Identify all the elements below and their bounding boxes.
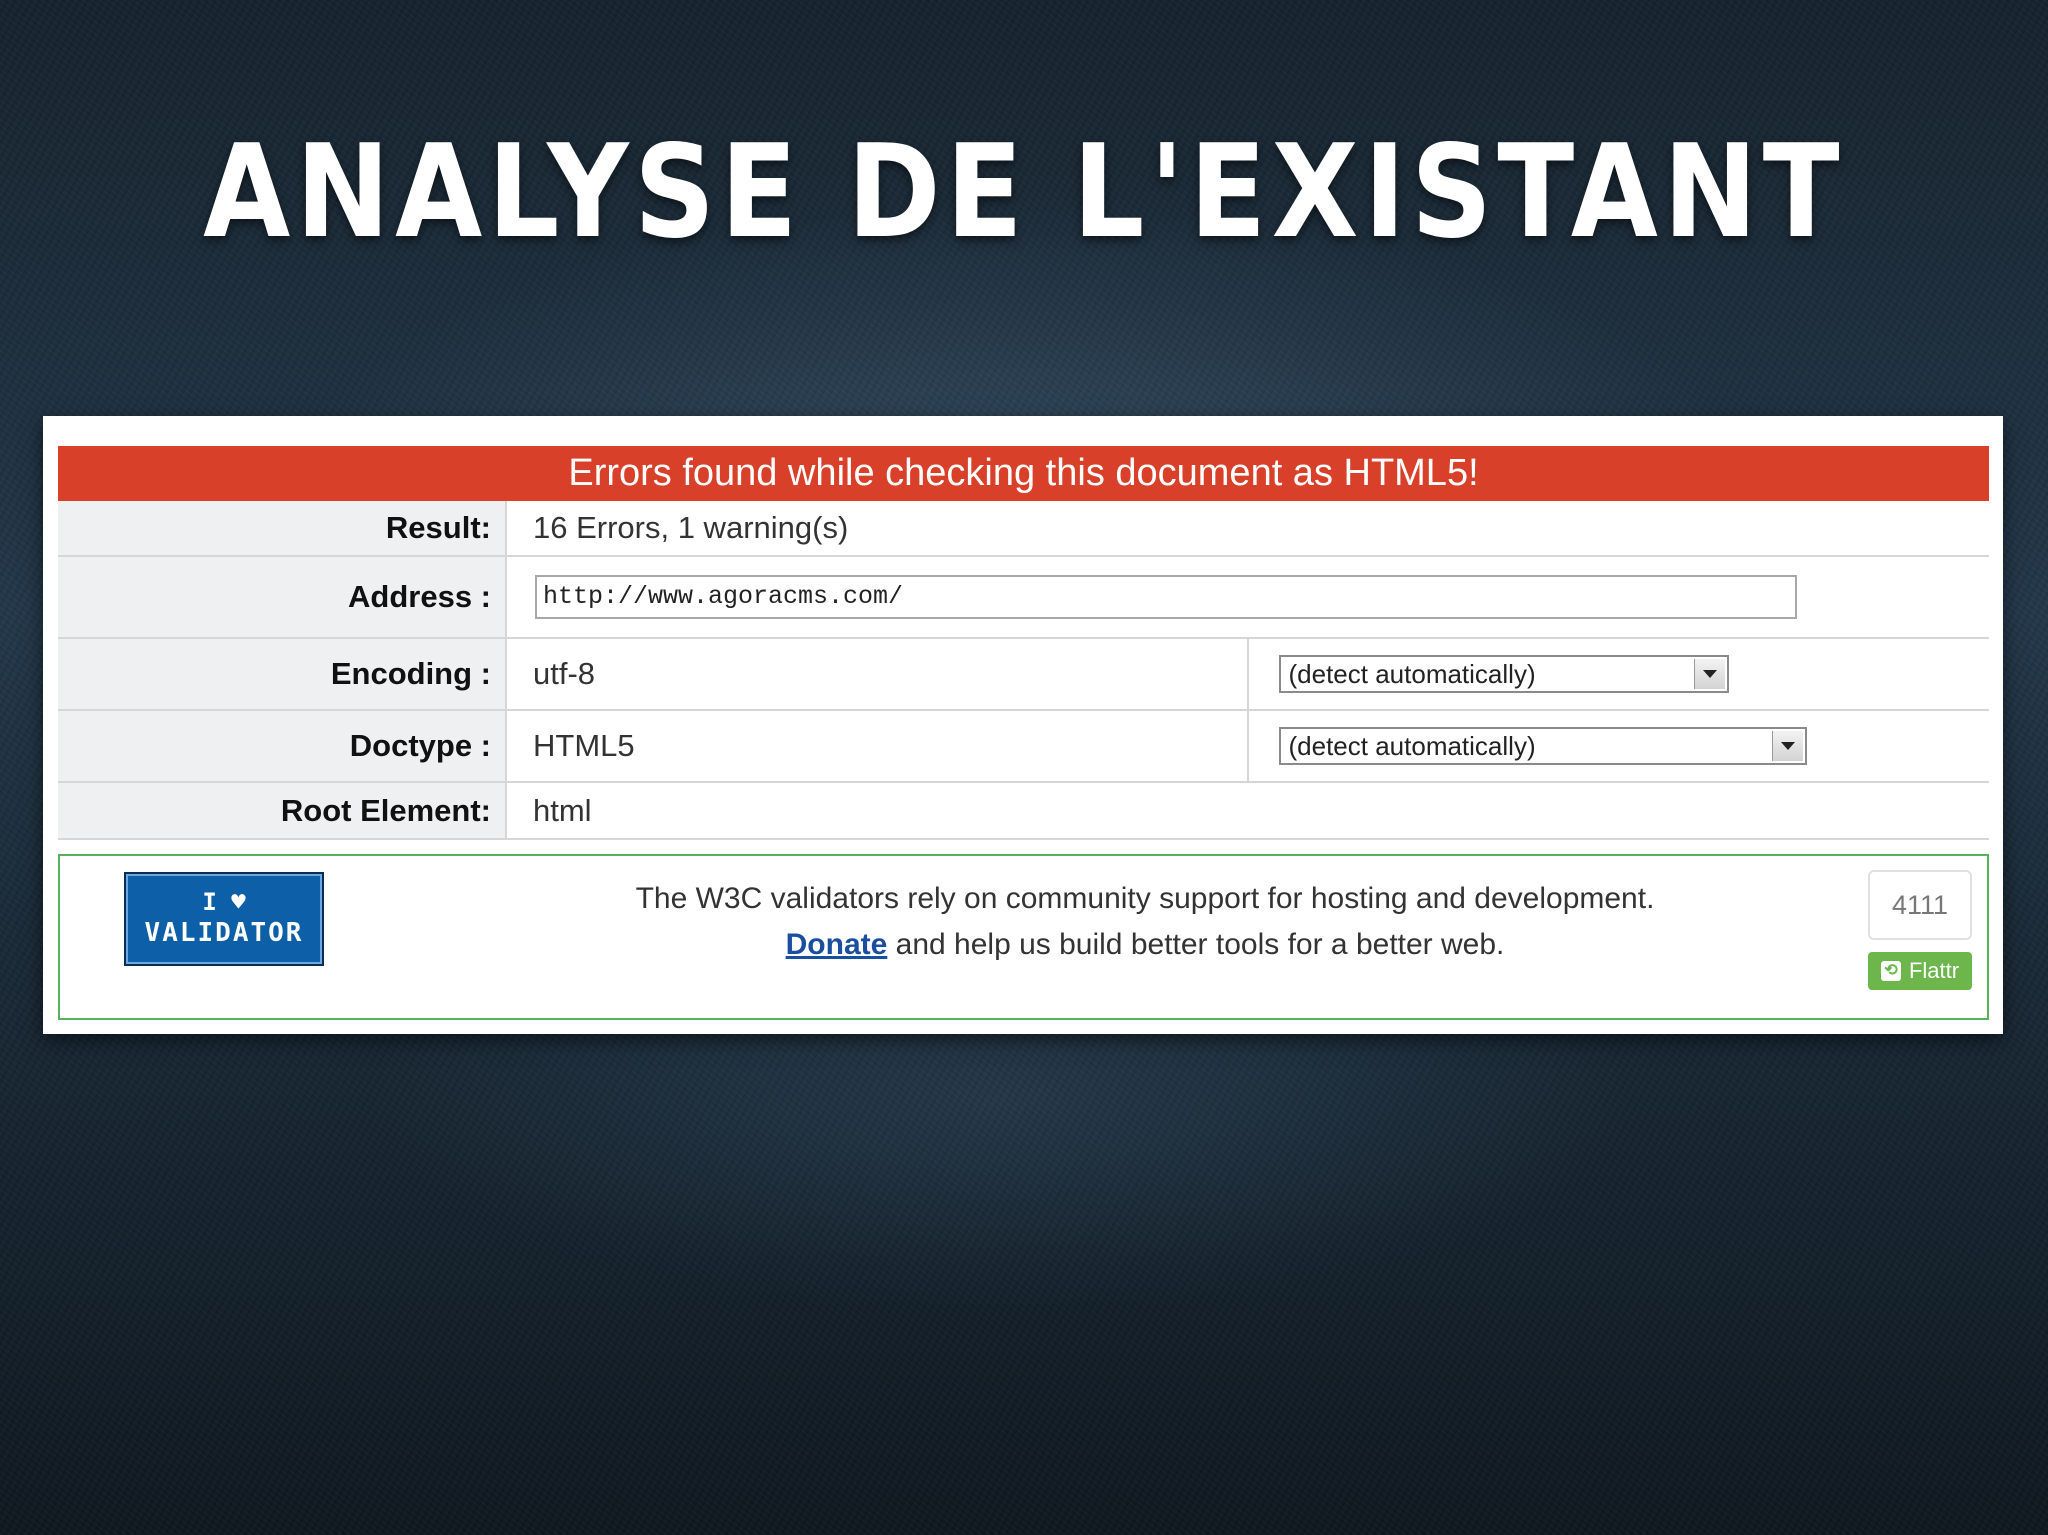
chevron-down-icon[interactable] <box>1771 731 1803 761</box>
donation-line-2: Donate and help us build better tools fo… <box>540 922 1750 968</box>
donation-line-2-text: and help us build better tools for a bet… <box>887 928 1505 961</box>
flattr-button[interactable]: ⟲ Flattr <box>1868 952 1972 990</box>
encoding-select[interactable]: (detect automatically) <box>1278 655 1729 693</box>
doctype-select-value: (detect automatically) <box>1288 731 1536 761</box>
address-cell: http://www.agoracms.com/ <box>506 556 1989 639</box>
badge-top-text: I ♥ <box>202 888 246 916</box>
result-value: 16 Errors, 1 warning(s) <box>506 501 1989 557</box>
root-element-value: html <box>506 782 1989 840</box>
encoding-select-value: (detect automatically) <box>1288 659 1536 689</box>
doctype-row: Doctype : HTML5 (detect automatically) <box>58 710 1989 783</box>
encoding-select-cell: (detect automatically) <box>1247 638 1989 711</box>
address-input[interactable]: http://www.agoracms.com/ <box>535 575 1797 619</box>
encoding-value: utf-8 <box>506 638 1249 711</box>
root-element-label: Root Element: <box>58 782 507 840</box>
results-table: Result: 16 Errors, 1 warning(s) Address … <box>58 501 1989 840</box>
doctype-select-cell: (detect automatically) <box>1247 710 1989 783</box>
result-label: Result: <box>58 501 507 557</box>
donation-message: The W3C validators rely on community sup… <box>540 876 1750 968</box>
encoding-row: Encoding : utf-8 (detect automatically) <box>58 638 1989 711</box>
flattr-label: Flattr <box>1908 958 1960 983</box>
chevron-down-icon[interactable] <box>1693 659 1725 689</box>
flattr-count: 4111 <box>1868 870 1972 940</box>
validator-screenshot: Errors found while checking this documen… <box>43 416 2003 1034</box>
error-banner: Errors found while checking this documen… <box>58 446 1989 501</box>
encoding-label: Encoding : <box>58 638 507 711</box>
root-element-row: Root Element: html <box>58 782 1989 840</box>
donation-line-1: The W3C validators rely on community sup… <box>635 882 1655 915</box>
donation-box: I ♥ VALIDATOR The W3C validators rely on… <box>58 854 1989 1020</box>
doctype-value: HTML5 <box>506 710 1249 783</box>
result-row: Result: 16 Errors, 1 warning(s) <box>58 501 1989 557</box>
donate-link[interactable]: Donate <box>786 928 888 961</box>
doctype-label: Doctype : <box>58 710 507 783</box>
address-row: Address : http://www.agoracms.com/ <box>58 556 1989 639</box>
flattr-icon: ⟲ <box>1880 961 1901 981</box>
i-love-validator-badge[interactable]: I ♥ VALIDATOR <box>124 872 324 966</box>
doctype-select[interactable]: (detect automatically) <box>1278 727 1807 765</box>
slide-title: ANALYSE DE L'EXISTANT <box>203 118 1845 267</box>
badge-bottom-text: VALIDATOR <box>144 918 304 948</box>
address-label: Address : <box>58 556 507 639</box>
